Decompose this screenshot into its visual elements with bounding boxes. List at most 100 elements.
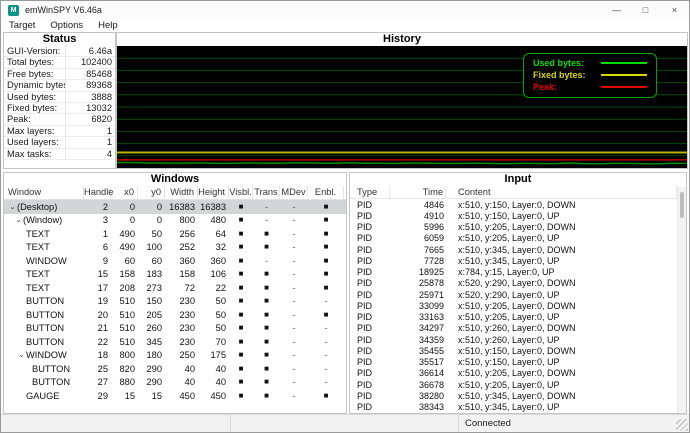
cell-handle: 1 [84, 229, 111, 239]
input-event-row[interactable]: PID38280x:510, y:345, Layer:0, DOWN [350, 390, 686, 401]
input-event-row[interactable]: PID36614x:510, y:205, Layer:0, DOWN [350, 368, 686, 379]
input-event-row[interactable]: PID25971x:520, y:290, Layer:0, UP [350, 289, 686, 300]
table-row[interactable]: BUTTON2251034523070■■-- [4, 335, 346, 349]
close-icon[interactable]: × [660, 1, 689, 19]
table-row[interactable]: TEXT14905025664■■-■ [4, 227, 346, 241]
input-event-row[interactable]: PID35517x:510, y:150, Layer:0, UP [350, 357, 686, 368]
input-event-row[interactable]: PID7728x:510, y:345, Layer:0, UP [350, 255, 686, 266]
column-header-handle: Handle [84, 186, 111, 199]
status-value: 6.46a [66, 46, 115, 56]
table-row[interactable]: TEXT172082737222■■-■ [4, 281, 346, 295]
cell-type: PID [350, 391, 390, 401]
tree-item[interactable]: GAUGE [4, 391, 84, 401]
cell-y0: 180 [138, 350, 165, 360]
cell-y0: 273 [138, 283, 165, 293]
mdev-flag: - [280, 364, 308, 374]
table-row[interactable]: BUTTON2051020523050■■-■ [4, 308, 346, 322]
input-event-row[interactable]: PID33099x:510, y:205, Layer:0, DOWN [350, 300, 686, 311]
table-row[interactable]: BUTTON1951015023050■■-- [4, 295, 346, 309]
input-event-row[interactable]: PID4910x:510, y:150, Layer:0, UP [350, 210, 686, 221]
trans-flag: ■ [253, 297, 280, 305]
tree-item[interactable]: ⌄(Window) [4, 215, 84, 225]
input-event-row[interactable]: PID4846x:510, y:150, Layer:0, DOWN [350, 199, 686, 210]
tree-item[interactable]: WINDOW [4, 256, 84, 266]
cell-y0: 345 [138, 337, 165, 347]
input-event-row[interactable]: PID35455x:510, y:150, Layer:0, DOWN [350, 345, 686, 356]
input-event-row[interactable]: PID33163x:510, y:205, Layer:0, UP [350, 312, 686, 323]
mdev-flag: - [280, 296, 308, 306]
tree-item[interactable]: BUTTON [4, 296, 84, 306]
status-rows: GUI-Version:6.46aTotal bytes:102400Free … [4, 46, 115, 160]
resize-grip-icon[interactable] [676, 419, 688, 431]
table-row[interactable]: ⌄(Window)300800480■--■ [4, 214, 346, 228]
table-row[interactable]: BUTTON258202904040■■-- [4, 362, 346, 376]
tree-item[interactable]: BUTTON [4, 337, 84, 347]
status-label: Fixed bytes: [4, 103, 66, 113]
menu-options[interactable]: Options [50, 20, 83, 31]
tree-item[interactable]: TEXT [4, 283, 84, 293]
tree-item[interactable]: BUTTON [4, 310, 84, 320]
tree-item[interactable]: BUTTON [4, 377, 84, 387]
enbl-flag: ■ [308, 392, 344, 400]
table-row[interactable]: BUTTON2151026023050■■-- [4, 322, 346, 336]
status-label: Total bytes: [4, 57, 66, 67]
cell-handle: 2 [84, 202, 111, 212]
cell-x0: 800 [111, 350, 138, 360]
visbl-flag: ■ [229, 351, 253, 359]
status-row: Used bytes:3888 [4, 92, 115, 103]
tree-item[interactable]: BUTTON [4, 364, 84, 374]
cell-handle: 22 [84, 337, 111, 347]
table-row[interactable]: TEXT649010025232■■-■ [4, 241, 346, 255]
column-header-mdev: MDev [280, 186, 308, 199]
cell-time: 4910 [390, 211, 446, 221]
table-row[interactable]: WINDOW96060360360■--■ [4, 254, 346, 268]
tree-item[interactable]: TEXT [4, 269, 84, 279]
input-event-row[interactable]: PID7665x:510, y:345, Layer:0, DOWN [350, 244, 686, 255]
visbl-flag: ■ [229, 230, 253, 238]
input-event-row[interactable]: PID6059x:510, y:205, Layer:0, UP [350, 233, 686, 244]
input-event-row[interactable]: PID34297x:510, y:260, Layer:0, DOWN [350, 323, 686, 334]
tree-item[interactable]: TEXT [4, 229, 84, 239]
cell-x0: 158 [111, 269, 138, 279]
cell-x0: 510 [111, 323, 138, 333]
chevron-down-icon[interactable]: ⌄ [17, 351, 26, 359]
status-value: 4 [66, 149, 115, 159]
table-row[interactable]: GAUGE291515450450■■-■ [4, 389, 346, 403]
input-scrollbar-thumb[interactable] [680, 192, 684, 218]
menu-help[interactable]: Help [98, 20, 118, 31]
enbl-flag: ■ [308, 311, 344, 319]
table-row[interactable]: ⌄WINDOW18800180250175■■-- [4, 349, 346, 363]
visbl-flag: ■ [229, 243, 253, 251]
table-row[interactable]: ⌄(Desktop)2001638316383■--■ [4, 200, 346, 214]
chevron-down-icon[interactable]: ⌄ [14, 216, 23, 224]
tree-item[interactable]: ⌄WINDOW [4, 350, 84, 360]
tree-item[interactable]: BUTTON [4, 323, 84, 333]
cell-content: x:510, y:205, Layer:0, DOWN [446, 368, 686, 378]
window-name: TEXT [26, 269, 50, 279]
menu-target[interactable]: Target [9, 20, 35, 31]
input-event-row[interactable]: PID36678x:510, y:205, Layer:0, UP [350, 379, 686, 390]
minimize-icon[interactable]: — [602, 1, 631, 19]
table-row[interactable]: BUTTON278802904040■■-- [4, 376, 346, 390]
enbl-flag: ■ [308, 230, 344, 238]
cell-time: 4846 [390, 200, 446, 210]
chevron-down-icon[interactable]: ⌄ [8, 203, 17, 211]
window-name: (Desktop) [17, 202, 57, 212]
input-event-row[interactable]: PID18925x:784, y:15, Layer:0, UP [350, 267, 686, 278]
cell-content: x:510, y:205, Layer:0, UP [446, 380, 686, 390]
cell-type: PID [350, 222, 390, 232]
input-event-row[interactable]: PID34359x:510, y:260, Layer:0, UP [350, 334, 686, 345]
cell-handle: 20 [84, 310, 111, 320]
cell-type: PID [350, 357, 390, 367]
input-event-row[interactable]: PID5996x:510, y:205, Layer:0, DOWN [350, 222, 686, 233]
table-row[interactable]: TEXT15158183158106■■-■ [4, 268, 346, 282]
window-name: GAUGE [26, 391, 60, 401]
input-event-row[interactable]: PID25878x:520, y:290, Layer:0, DOWN [350, 278, 686, 289]
cell-y0: 290 [138, 377, 165, 387]
history-legend: Used bytes:Fixed bytes:Peak: [523, 53, 657, 98]
tree-item[interactable]: TEXT [4, 242, 84, 252]
tree-item[interactable]: ⌄(Desktop) [4, 202, 84, 212]
input-event-row[interactable]: PID38343x:510, y:345, Layer:0, UP [350, 402, 686, 413]
maximize-icon[interactable]: □ [631, 1, 660, 19]
input-scrollbar[interactable] [677, 187, 686, 413]
